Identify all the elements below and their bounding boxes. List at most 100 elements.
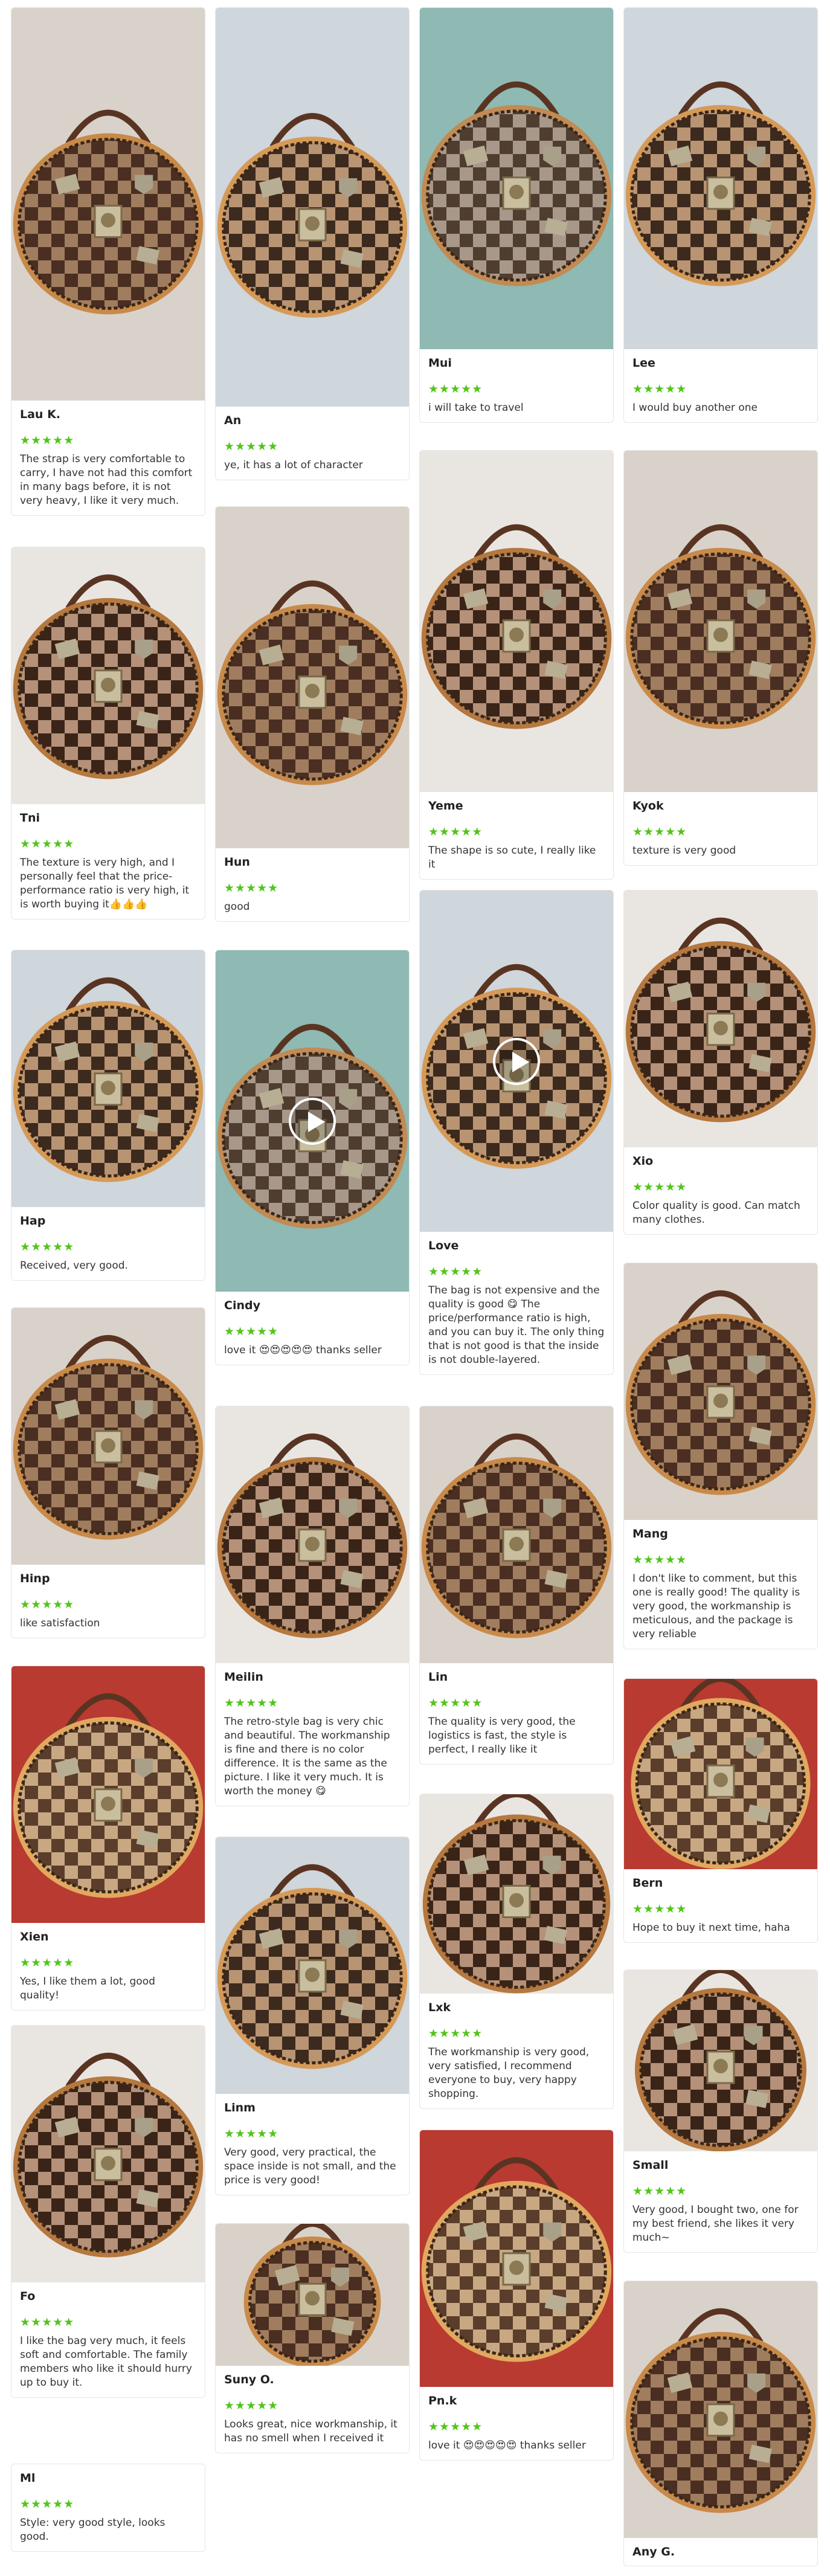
star-rating: ★★★★★ <box>632 825 687 839</box>
review-card[interactable]: Hinp ★★★★★ like satisfaction <box>11 1307 205 1638</box>
review-photo[interactable] <box>216 1837 409 2094</box>
review-card[interactable]: Any G. <box>623 2281 818 2566</box>
bag-store-photo <box>11 1666 205 1923</box>
review-text: ye, it has a lot of character <box>224 459 363 471</box>
star-rating: ★★★★★ <box>632 382 687 396</box>
review-text: I don't like to comment, but this one is… <box>632 1573 800 1640</box>
reviewer-name: Hun <box>224 855 250 869</box>
review-card[interactable]: Suny O. ★★★★★ Looks great, nice workmanshi… <box>215 2223 410 2453</box>
review-photo[interactable] <box>11 547 205 804</box>
shoulder-strap-photo <box>11 8 205 401</box>
review-body: Small ★★★★★ Very good, I bought two, one f… <box>624 2159 817 2252</box>
review-card[interactable]: An ★★★★★ ye, it has a lot of character <box>215 7 410 480</box>
review-text: love it 😍😍😍😍😍 thanks seller <box>224 1344 382 1356</box>
review-photo[interactable] <box>624 451 817 792</box>
review-body: Fo ★★★★★ I like the bag very much, it feel… <box>11 2290 205 2397</box>
review-card[interactable]: Lxk ★★★★★ The workmanship is very good, ve… <box>419 1794 614 2109</box>
review-card[interactable]: Love ★★★★★ The bag is not expensive and th… <box>419 890 614 1375</box>
reviewer-name: Any G. <box>632 2545 675 2558</box>
review-text: Color quality is good. Can match many cl… <box>632 1200 800 1226</box>
reviewer-name: Lee <box>632 356 655 370</box>
review-card[interactable]: Kyok ★★★★★ texture is very good <box>623 450 818 866</box>
review-card[interactable]: Yeme ★★★★★ The shape is so cute, I really … <box>419 450 614 880</box>
review-body: Ml ★★★★★ Style: very good style, looks goo… <box>11 2471 205 2551</box>
review-card[interactable]: Pn.k ★★★★★ love it 😍😍😍😍😍 thanks seller <box>419 2130 614 2461</box>
bag-photo <box>216 2224 409 2366</box>
review-photo[interactable] <box>11 2026 205 2282</box>
reviewer-name: Linm <box>224 2101 256 2114</box>
review-card[interactable]: Xio ★★★★★ Color quality is good. Can match… <box>623 890 818 1235</box>
review-text: The texture is very high, and I personal… <box>20 857 190 910</box>
review-body: Cindy ★★★★★ love it 😍😍😍😍😍 thanks seller <box>216 1299 409 1365</box>
review-body: Love ★★★★★ The bag is not expensive and th… <box>420 1239 613 1374</box>
review-card[interactable]: Small ★★★★★ Very good, I bought two, one f… <box>623 1969 818 2253</box>
star-rating: ★★★★★ <box>224 440 279 453</box>
review-body: Bern ★★★★★ Hope to buy it next time, haha <box>624 1876 817 1942</box>
star-rating: ★★★★★ <box>20 837 75 851</box>
review-card[interactable]: Hun ★★★★★ good <box>215 506 410 922</box>
review-photo[interactable] <box>624 2281 817 2538</box>
review-photo[interactable] <box>624 890 817 1147</box>
review-card[interactable]: Cindy ★★★★★ love it 😍😍😍😍😍 thanks seller <box>215 950 410 1365</box>
review-photo[interactable] <box>216 8 409 407</box>
review-video[interactable] <box>420 890 613 1232</box>
review-card[interactable]: Lin ★★★★★ The quality is very good, the lo… <box>419 1406 614 1765</box>
star-rating: ★★★★★ <box>20 434 75 447</box>
star-rating: ★★★★★ <box>428 382 483 396</box>
bag-photo <box>624 890 817 1147</box>
reviewer-name: Hinp <box>20 1572 50 1585</box>
star-rating: ★★★★★ <box>224 881 279 895</box>
review-card[interactable]: Bern ★★★★★ Hope to buy it next time, haha <box>623 1678 818 1943</box>
review-photo[interactable] <box>11 1666 205 1923</box>
review-photo[interactable] <box>624 1679 817 1869</box>
review-card[interactable]: Xien ★★★★★ Yes, I like them a lot, good qu… <box>11 1666 205 2011</box>
play-icon[interactable] <box>493 1037 540 1085</box>
review-card[interactable]: Mui ★★★★★ i will take to travel <box>419 7 614 423</box>
review-body: Lxk ★★★★★ The workmanship is very good, ve… <box>420 2001 613 2108</box>
review-photo[interactable] <box>420 1406 613 1663</box>
reviewer-name: Hap <box>20 1214 46 1228</box>
review-text: The quality is very good, the logistics … <box>428 1716 576 1756</box>
review-photo[interactable] <box>624 1970 817 2151</box>
review-text: love it 😍😍😍😍😍 thanks seller <box>428 2439 586 2452</box>
play-icon[interactable] <box>289 1097 336 1145</box>
review-video[interactable] <box>216 950 409 1292</box>
review-card[interactable]: Tni ★★★★★ The texture is very high, and I … <box>11 547 205 919</box>
review-card[interactable]: Meilin ★★★★★ The retro-style bag is very c… <box>215 1406 410 1806</box>
review-photo[interactable] <box>624 8 817 349</box>
star-rating: ★★★★★ <box>428 1265 483 1278</box>
review-photo[interactable] <box>216 2224 409 2366</box>
review-text: The shape is so cute, I really like it <box>428 845 596 871</box>
star-rating: ★★★★★ <box>428 1696 483 1710</box>
review-card[interactable]: Lee ★★★★★ I would buy another one <box>623 7 818 423</box>
review-body: Hinp ★★★★★ like satisfaction <box>11 1572 205 1638</box>
review-text: Very good, very practical, the space ins… <box>224 2146 396 2186</box>
review-card[interactable]: Linm ★★★★★ Very good, very practical, the … <box>215 1837 410 2195</box>
review-body: Lau K. ★★★★★ The strap is very comfortable… <box>11 408 205 515</box>
review-card[interactable]: Hap ★★★★★ Received, very good. <box>11 950 205 1281</box>
reviewer-name: Fo <box>20 2290 36 2303</box>
review-photo[interactable] <box>216 507 409 848</box>
review-body: Lee ★★★★★ I would buy another one <box>624 356 817 422</box>
review-card[interactable]: Mang ★★★★★ I don't like to comment, but th… <box>623 1263 818 1649</box>
reviewer-name: Suny O. <box>224 2373 274 2386</box>
review-photo[interactable] <box>11 8 205 401</box>
review-card[interactable]: Ml ★★★★★ Style: very good style, looks goo… <box>11 2464 205 2552</box>
review-photo[interactable] <box>420 1794 613 1994</box>
star-rating: ★★★★★ <box>224 2399 279 2412</box>
star-rating: ★★★★★ <box>20 2316 75 2329</box>
review-photo[interactable] <box>420 8 613 349</box>
review-card[interactable]: Fo ★★★★★ I like the bag very much, it feel… <box>11 2025 205 2398</box>
reviewer-name: Lxk <box>428 2001 451 2014</box>
review-text: I would buy another one <box>632 402 758 414</box>
review-photo[interactable] <box>420 451 613 792</box>
review-photo[interactable] <box>11 950 205 1207</box>
review-photo[interactable] <box>420 2130 613 2387</box>
review-text: Looks great, nice workmanship, it has no… <box>224 2418 397 2444</box>
bag-photo <box>624 8 817 349</box>
review-card[interactable]: Lau K. ★★★★★ The strap is very comfortable… <box>11 7 205 516</box>
bag-photo <box>216 1837 409 2094</box>
review-photo[interactable] <box>11 1308 205 1565</box>
review-photo[interactable] <box>624 1263 817 1520</box>
review-photo[interactable] <box>216 1406 409 1663</box>
